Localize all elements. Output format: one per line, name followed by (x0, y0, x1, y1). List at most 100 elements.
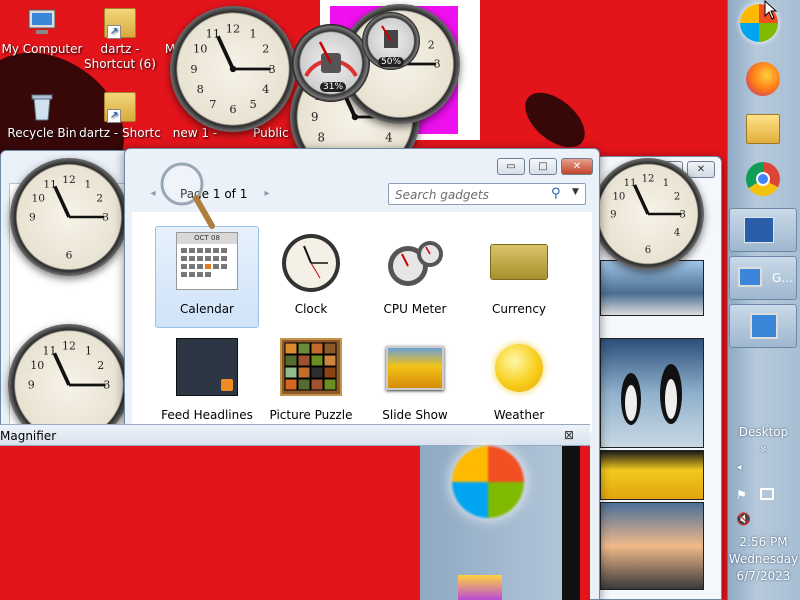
svg-text:2: 2 (674, 191, 680, 202)
gadget-label: Weather (493, 408, 545, 422)
svg-text:2: 2 (428, 38, 435, 51)
computer-icon (738, 267, 762, 287)
volume-muted-icon[interactable]: 🔇 (736, 512, 751, 526)
window-close-button[interactable]: ✕ (561, 158, 593, 175)
network-icon[interactable] (760, 488, 774, 500)
window-maximize-button[interactable]: □ (529, 158, 557, 175)
gadget-cpu-meter[interactable]: CPU Meter (363, 232, 467, 316)
gadget-calendar[interactable]: OCT 08 Calendar (155, 232, 259, 316)
folder-shortcut-icon (104, 92, 136, 123)
svg-text:1: 1 (85, 345, 92, 358)
magnifier-title: Magnifier (0, 429, 57, 443)
svg-text:9: 9 (28, 379, 35, 392)
magnifier-lens-icon (158, 160, 216, 230)
gadget-label: CPU Meter (383, 302, 447, 316)
svg-text:8: 8 (317, 131, 324, 145)
svg-text:9: 9 (311, 110, 318, 124)
file-explorer-icon[interactable] (746, 114, 792, 158)
window-minimize-button[interactable]: ▭ (497, 158, 525, 175)
computer-icon (26, 8, 58, 38)
firefox-icon[interactable] (746, 62, 792, 106)
svg-text:4: 4 (674, 227, 680, 238)
start-button[interactable] (740, 4, 786, 48)
clock-date[interactable]: 6/7/2023 (727, 569, 800, 583)
taskbar-magnifier-button[interactable] (729, 304, 797, 348)
magnifier-title-bar[interactable]: Magnifier ⊠ (0, 424, 590, 446)
clock-time[interactable]: 2:56 PM (727, 535, 800, 549)
cpu-value: 31% (320, 82, 347, 92)
clock-icon (280, 232, 342, 292)
gadget-label: Clock (294, 302, 328, 316)
cpu-meter-icon (384, 232, 446, 290)
gadget-slide-show[interactable]: Slide Show (363, 338, 467, 422)
search-placeholder: Search gadgets (395, 188, 489, 202)
calendar-month: OCT 08 (177, 233, 237, 244)
gadget-label: Picture Puzzle (269, 408, 353, 422)
folder-shortcut-icon (104, 8, 136, 39)
svg-text:12: 12 (642, 174, 655, 185)
svg-text:6: 6 (229, 102, 236, 116)
svg-text:2: 2 (96, 192, 103, 205)
action-center-flag-icon[interactable]: ⚑ (736, 488, 747, 502)
svg-text:12: 12 (226, 21, 240, 35)
page-next-button[interactable]: ▸ (260, 186, 274, 202)
desktop-icon-label: dartz - Shortc (79, 126, 161, 140)
taskbar-running-window-button[interactable]: G... (729, 256, 797, 300)
magnified-start-orb-icon (452, 446, 524, 518)
desktop-icon-label: Recycle Bin (7, 126, 77, 140)
magnified-icon (458, 575, 502, 600)
clock-day[interactable]: Wednesday (727, 552, 800, 566)
svg-text:10: 10 (30, 359, 44, 372)
taskbar-gadgets-button[interactable] (729, 208, 797, 252)
svg-text:4: 4 (385, 131, 392, 145)
gadgets-icon (744, 217, 774, 243)
slideshow-icon (384, 338, 446, 396)
svg-text:12: 12 (62, 173, 76, 186)
gadget-label: Currency (491, 302, 547, 316)
svg-text:1: 1 (663, 178, 669, 189)
magnifier-app-icon (750, 313, 778, 339)
svg-text:1: 1 (250, 27, 257, 41)
desktop-icon-my-computer[interactable]: My Computer (0, 8, 84, 57)
photo-thumbnail (600, 502, 704, 590)
clock-gadget[interactable]: 123691245781011 (170, 6, 296, 132)
svg-text:2: 2 (262, 42, 269, 56)
svg-text:1: 1 (84, 178, 91, 191)
search-icon[interactable]: ⚲ (551, 186, 561, 201)
svg-text:6: 6 (66, 248, 73, 261)
svg-text:8: 8 (197, 82, 204, 96)
svg-text:2: 2 (97, 359, 104, 372)
tray-expand-arrow-icon[interactable]: ◂ (727, 462, 751, 473)
svg-text:4: 4 (262, 82, 269, 96)
magnifier-close-button[interactable]: ⊠ (564, 428, 574, 442)
chrome-icon[interactable] (746, 162, 792, 206)
search-dropdown-icon[interactable]: ▼ (572, 187, 579, 197)
memory-value: 50% (378, 57, 405, 67)
gadget-feed-headlines[interactable]: Feed Headlines (155, 338, 259, 422)
clock-gadget[interactable]: 12 3 6 9 1 2 4 10 11 (592, 158, 704, 270)
gadget-weather[interactable]: Weather (467, 338, 571, 422)
puzzle-icon (280, 338, 342, 396)
toolbar-chevron-icon[interactable]: » (757, 413, 771, 486)
svg-text:7: 7 (209, 97, 216, 111)
weather-icon (488, 338, 550, 396)
calendar-icon: OCT 08 (176, 232, 238, 290)
cpu-meter-gadget[interactable]: 31% 50% (290, 8, 420, 102)
search-gadgets-input[interactable]: Search gadgets ⚲ ▼ (388, 183, 586, 205)
currency-icon (488, 232, 550, 290)
magnifier-scroll-edge (562, 446, 580, 600)
gadget-picture-puzzle[interactable]: Picture Puzzle (259, 338, 363, 422)
desktop-icon-recycle-bin[interactable]: Recycle Bin (0, 92, 84, 141)
clock-gadget[interactable]: 12 3 6 9 1 2 10 11 (10, 158, 128, 276)
photo-thumbnail (600, 450, 704, 500)
gadget-clock[interactable]: Clock (259, 232, 363, 316)
svg-text:6: 6 (645, 245, 651, 256)
gadget-label: Calendar (180, 302, 234, 316)
feed-icon (176, 338, 238, 396)
gadget-label: Feed Headlines (161, 408, 253, 422)
svg-text:12: 12 (62, 340, 76, 353)
gadget-currency[interactable]: Currency (467, 232, 571, 316)
gadget-label: Slide Show (382, 408, 448, 422)
svg-text:10: 10 (612, 191, 625, 202)
desktop-icon-dartz-shortcut[interactable]: dartz - Shortc (78, 92, 162, 141)
